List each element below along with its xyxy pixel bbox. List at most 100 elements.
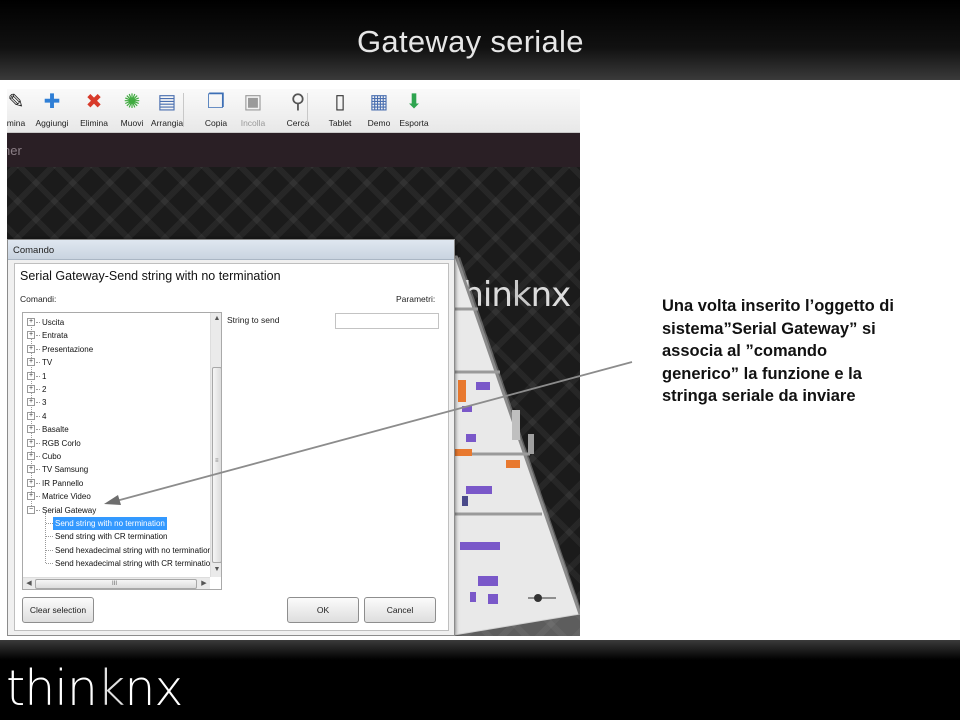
- dialog-titlebar[interactable]: Comando: [8, 240, 454, 260]
- expand-icon[interactable]: +: [27, 452, 35, 460]
- tree-item[interactable]: 2: [42, 383, 46, 396]
- plus-icon: ✚: [43, 91, 61, 113]
- commands-tree[interactable]: + Uscita + Entrata + Presentazione + TV +1 +2 +3 +4…: [22, 312, 222, 590]
- ok-button[interactable]: OK: [287, 597, 359, 623]
- toolbar-button-label: Muovi: [120, 118, 144, 128]
- toolbar-separator: [307, 93, 308, 127]
- comando-dialog: Comando Serial Gateway-Send string with …: [7, 239, 455, 636]
- tree-guide-line: [36, 348, 40, 350]
- toolbar-button-aggiungi[interactable]: ✚ Aggiungi: [31, 91, 73, 131]
- tree-subitem[interactable]: Send hexadecimal string with no terminat…: [53, 544, 214, 557]
- tree-item[interactable]: 4: [42, 410, 46, 423]
- tree-subitem[interactable]: Send hexadecimal string with CR terminat…: [53, 557, 217, 570]
- scroll-left-arrow-icon[interactable]: ◀: [24, 579, 34, 589]
- tree-item[interactable]: Matrice Video: [42, 490, 91, 503]
- tree-guide-line: [36, 389, 40, 390]
- tree-guide-line: [36, 469, 40, 471]
- toolbar: ✎ mina ✚ Aggiungi ✖ Elimina ✺ Muovi ▤ Arrangia ❐ Co…: [7, 89, 580, 133]
- tree-item[interactable]: TV Samsung: [42, 463, 88, 476]
- footer-logo: thinknx: [6, 660, 183, 717]
- tree-item[interactable]: Uscita: [42, 316, 64, 329]
- tree-item[interactable]: Presentazione: [42, 343, 93, 356]
- expand-icon[interactable]: +: [27, 438, 35, 447]
- description-line: Una volta inserito l’oggetto di: [662, 297, 894, 315]
- app-header-text: ner: [7, 143, 22, 158]
- copy-icon: ❐: [207, 91, 225, 113]
- toolbar-button-copia[interactable]: ❐ Copia: [195, 91, 237, 131]
- tree-item[interactable]: 1: [42, 370, 46, 383]
- scroll-grip-icon: ≡: [215, 458, 219, 464]
- scroll-right-arrow-icon[interactable]: ▶: [199, 579, 209, 589]
- description-line: stringa seriale da inviare: [662, 387, 856, 405]
- tree-subitem[interactable]: Send string with no termination: [53, 517, 167, 530]
- horizontal-scroll-thumb[interactable]: III: [35, 579, 197, 589]
- floor-plan-view[interactable]: [448, 254, 580, 636]
- tree-item[interactable]: RGB Corlo: [42, 437, 81, 450]
- tree-item[interactable]: Cubo: [42, 450, 61, 463]
- clear-selection-button[interactable]: Clear selection: [22, 597, 94, 623]
- toolbar-button-elimina[interactable]: ✖ Elimina: [73, 91, 115, 131]
- toolbar-separator: [183, 93, 184, 127]
- scroll-down-arrow-icon[interactable]: ▼: [212, 565, 221, 575]
- expand-icon[interactable]: +: [27, 331, 35, 340]
- delete-x-icon: ✖: [85, 91, 103, 113]
- toolbar-button-label: Tablet: [328, 118, 352, 128]
- tree-subitem[interactable]: Send string with CR termination: [53, 530, 170, 543]
- tree-guide-line: [46, 563, 53, 565]
- expand-icon[interactable]: +: [27, 411, 35, 420]
- toolbar-button-label: Elimina: [80, 118, 108, 128]
- vertical-scroll-thumb[interactable]: ≡: [212, 367, 221, 563]
- cancel-button[interactable]: Cancel: [364, 597, 436, 623]
- tree-item[interactable]: Basalte: [42, 423, 69, 436]
- expand-icon[interactable]: +: [27, 398, 35, 407]
- description-line: associa al ”comando: [662, 342, 828, 360]
- expand-icon[interactable]: +: [27, 371, 35, 380]
- tree-guide-line: [46, 523, 53, 524]
- slide-title: Gateway seriale: [357, 24, 584, 59]
- toolbar-button-label: Esporta: [399, 118, 429, 128]
- tree-guide-line: [46, 549, 53, 551]
- tablet-icon: ▯: [334, 91, 346, 113]
- expand-icon[interactable]: +: [27, 385, 35, 393]
- expand-icon[interactable]: +: [27, 358, 35, 367]
- tree-guide-line: [46, 536, 53, 538]
- tree-guide-line: [36, 429, 40, 431]
- toolbar-button-arrangia[interactable]: ▤ Arrangia: [146, 91, 188, 131]
- tree-item[interactable]: IR Pannello: [42, 477, 83, 490]
- toolbar-button-mina[interactable]: ✎ mina: [7, 91, 27, 131]
- expand-icon[interactable]: +: [27, 478, 35, 487]
- expand-icon[interactable]: +: [27, 465, 35, 474]
- expand-icon[interactable]: +: [27, 318, 35, 326]
- toolbar-button-esporta[interactable]: ⬇ Esporta: [393, 91, 435, 131]
- arrange-icon: ▤: [157, 91, 177, 113]
- move-icon: ✺: [123, 91, 141, 113]
- expand-icon[interactable]: +: [27, 492, 35, 501]
- toolbar-button-label: mina: [7, 118, 26, 128]
- slide: Gateway seriale ✎ mina ✚ Aggiungi ✖ Elimina ✺ M…: [0, 0, 960, 720]
- tree-item[interactable]: Entrata: [42, 329, 68, 342]
- toolbar-button-incolla[interactable]: ▣ Incolla: [232, 91, 274, 131]
- tree-horizontal-scrollbar[interactable]: ◀ III ▶: [23, 577, 210, 589]
- tree-guide-line: [36, 496, 40, 498]
- tree-guide-line: [36, 482, 40, 484]
- description-line: generico” la funzione e la: [662, 364, 862, 383]
- app-header-bar: ner: [7, 133, 580, 167]
- toolbar-button-label: Aggiungi: [35, 118, 69, 128]
- search-icon: ⚲: [290, 91, 306, 113]
- toolbar-button-cerca[interactable]: ⚲ Cerca: [277, 91, 319, 131]
- tree-vertical-scrollbar[interactable]: ▲ ≡ ▼: [210, 313, 221, 577]
- slide-description: Una volta inserito l’oggetto di sistema”S…: [662, 295, 952, 408]
- string-to-send-input[interactable]: [335, 313, 439, 329]
- tree-item[interactable]: Serial Gateway: [42, 504, 96, 517]
- tree-guide-line: [36, 375, 40, 377]
- expand-icon[interactable]: +: [27, 425, 35, 434]
- tree-item[interactable]: TV: [42, 356, 52, 369]
- tree-guide-line: [45, 513, 46, 564]
- tree-item[interactable]: 3: [42, 396, 46, 409]
- expand-icon[interactable]: +: [27, 344, 35, 353]
- toolbar-button-tablet[interactable]: ▯ Tablet: [319, 91, 361, 131]
- dialog-title: Comando: [13, 245, 55, 256]
- collapse-icon[interactable]: −: [27, 505, 35, 514]
- toolbar-button-label: Incolla: [240, 118, 266, 128]
- scroll-up-arrow-icon[interactable]: ▲: [212, 314, 221, 324]
